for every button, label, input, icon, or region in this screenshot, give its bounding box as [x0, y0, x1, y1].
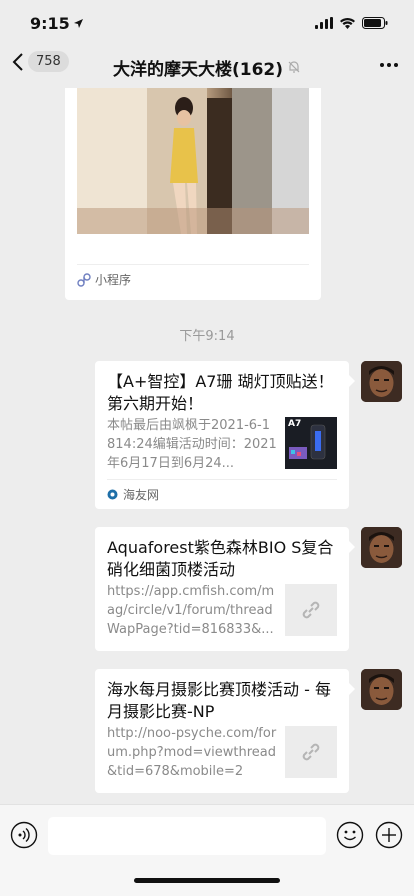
mini-program-image [77, 88, 309, 234]
link-thumbnail [285, 584, 337, 636]
avatar[interactable] [361, 361, 402, 402]
voice-button[interactable] [10, 821, 38, 853]
status-time: 9:15 [30, 14, 84, 33]
avatar-image [361, 527, 402, 568]
link-card[interactable]: Aquaforest紫色森林BIO S复合硝化细菌顶楼活动 https://ap… [95, 527, 355, 651]
article-card[interactable]: 【A+智控】A7珊 瑚灯顶贴送！第六期开始！ 本帖最后由飒枫于2021-6-18… [95, 361, 355, 509]
article-description: 本帖最后由飒枫于2021-6-1814:24编辑活动时间：2021年6月17日到… [107, 418, 277, 471]
mini-program-footer: 小程序 [77, 264, 309, 288]
emoji-button[interactable] [336, 821, 364, 853]
message-input[interactable] [48, 817, 326, 855]
chat-area[interactable]: 小程序 下午9:14 【A+智控】A7珊 瑚灯顶贴送！第六期开始！ 本帖最后由飒… [0, 88, 414, 804]
home-indicator[interactable] [134, 878, 280, 883]
avatar-image [361, 669, 402, 710]
status-icons [315, 17, 388, 29]
plus-icon [375, 821, 403, 849]
add-button[interactable] [375, 821, 403, 853]
article-title: 【A+智控】A7珊 瑚灯顶贴送！第六期开始！ [107, 372, 334, 413]
voice-icon [10, 821, 38, 849]
article-source-name: 海友网 [123, 488, 160, 502]
chat-title-text: 大洋的摩天大楼(162) [112, 59, 284, 80]
source-logo-icon [107, 489, 118, 500]
product-image [289, 424, 326, 460]
battery-icon [362, 17, 388, 29]
message-timestamp: 下午9:14 [179, 329, 235, 344]
mini-program-card[interactable]: 小程序 [65, 88, 321, 300]
signal-icon [315, 17, 333, 29]
wifi-icon [340, 18, 355, 29]
avatar[interactable] [361, 669, 402, 710]
link-icon [302, 743, 320, 761]
link-thumbnail [285, 726, 337, 778]
status-time-text: 9:15 [30, 13, 70, 33]
avatar[interactable] [361, 527, 402, 568]
link-title: Aquaforest紫色森林BIO S复合硝化细菌顶楼活动 [107, 538, 334, 579]
link-card[interactable]: 海水每月摄影比赛顶楼活动 - 每月摄影比赛-NP http://noo-psyc… [95, 669, 355, 793]
article-thumbnail: A7 [285, 417, 337, 469]
link-url: https://app.cmfish.com/mag/circle/v1/for… [107, 584, 275, 637]
location-arrow-icon [73, 18, 83, 28]
avatar-image [361, 361, 402, 402]
emoji-icon [336, 821, 364, 849]
chat-header: 758 大洋的摩天大楼(162) [0, 46, 414, 88]
photo-image [77, 88, 309, 234]
link-url: http://noo-psyche.com/forum.php?mod=view… [107, 726, 277, 779]
unread-count-badge: 758 [28, 51, 69, 72]
link-icon [302, 601, 320, 619]
mini-program-label: 小程序 [95, 273, 132, 287]
back-button[interactable]: 758 [10, 51, 69, 72]
chat-title: 大洋的摩天大楼(162) [113, 55, 301, 80]
mini-program-icon [77, 272, 91, 287]
article-source: 海友网 [107, 479, 337, 503]
more-icon [380, 63, 398, 67]
mute-bell-icon [288, 61, 300, 73]
more-button[interactable] [378, 54, 400, 80]
chevron-left-icon [12, 52, 23, 71]
link-title: 海水每月摄影比赛顶楼活动 - 每月摄影比赛-NP [107, 680, 331, 721]
status-bar: 9:15 [0, 0, 414, 46]
